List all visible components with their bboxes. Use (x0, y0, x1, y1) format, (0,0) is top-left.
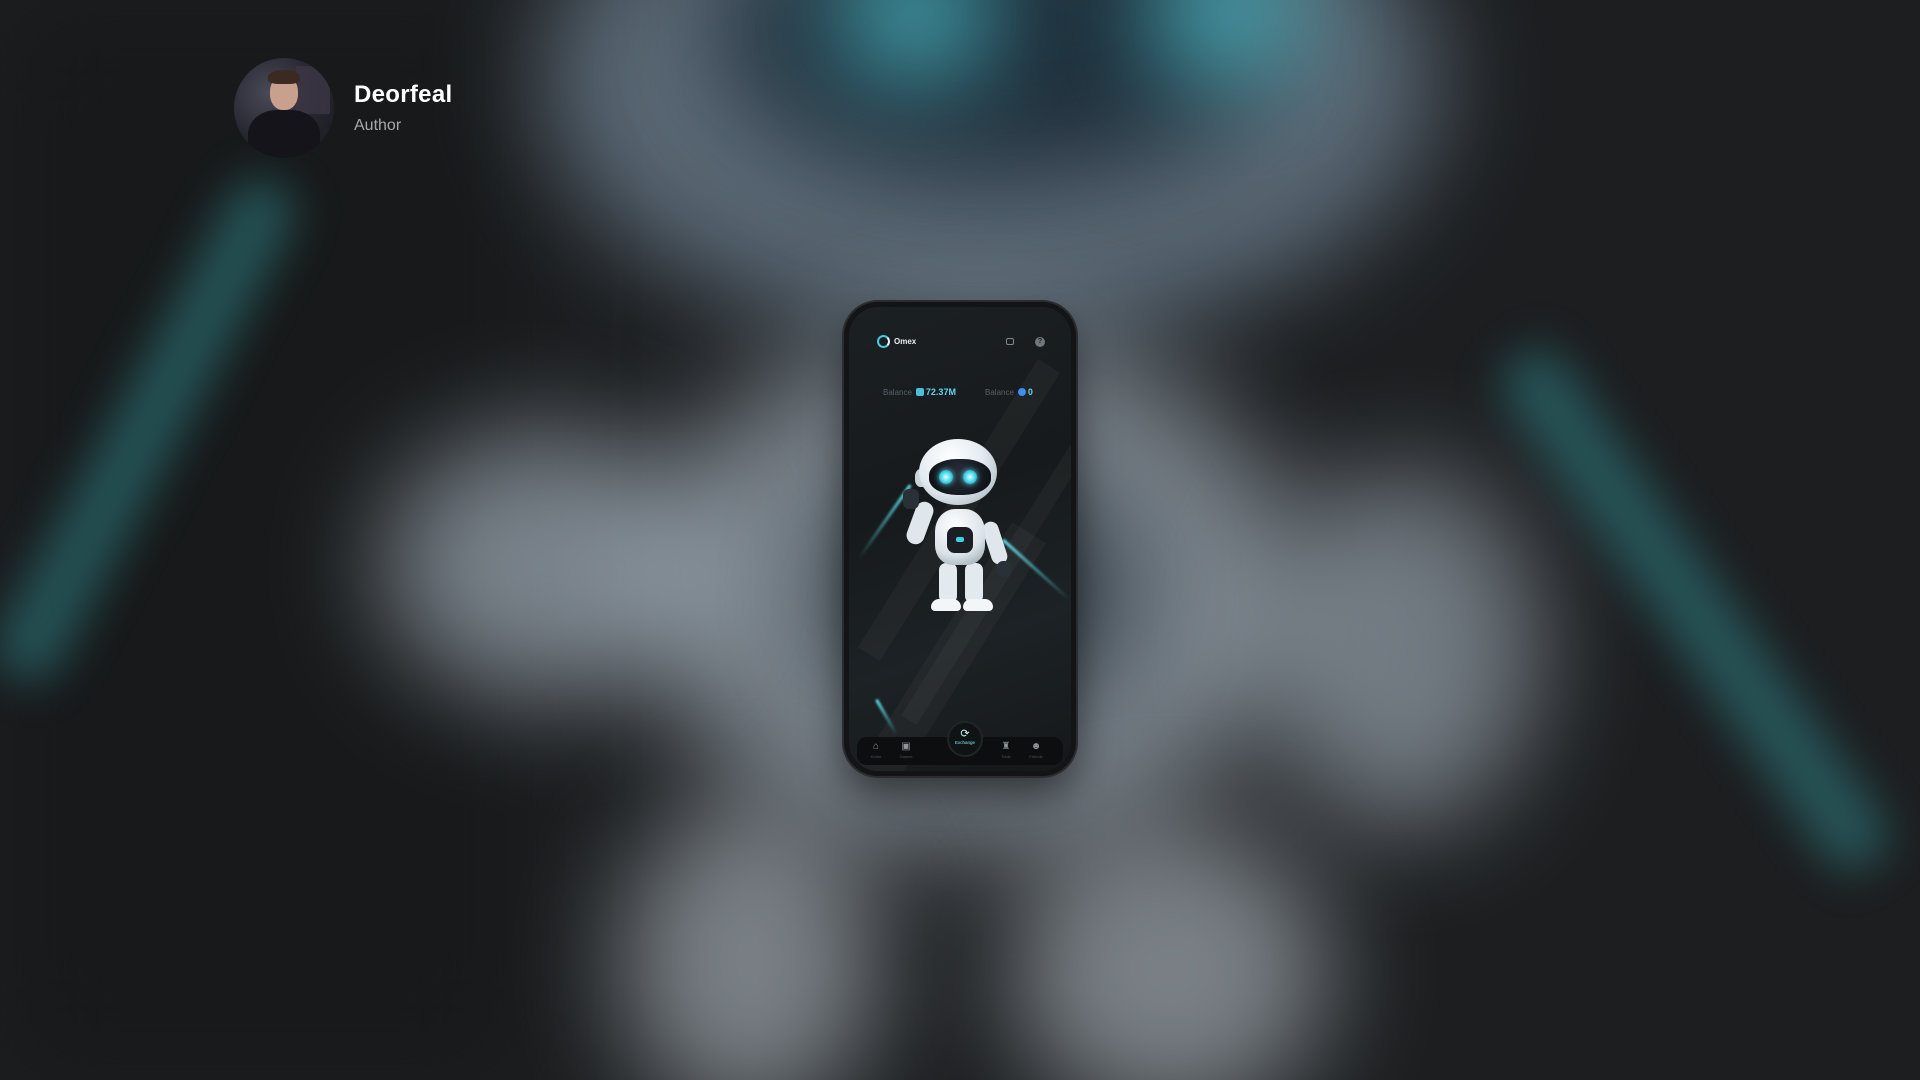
token-icon (915, 388, 924, 396)
author-role: Author (354, 117, 402, 134)
phone-mockup: Omex ? Balance 72.37M Balance 0 ⌂ Home ▣… (844, 302, 1076, 776)
balance-primary: Balance 72.37M (883, 387, 956, 397)
avatar (234, 58, 334, 158)
nav-friends[interactable]: ☻ Friends (1021, 741, 1051, 760)
robot-mascot[interactable] (901, 439, 1021, 629)
omex-logo-icon (877, 335, 890, 348)
friends-icon: ☻ (1030, 741, 1042, 752)
nav-tools[interactable]: ♜ Tools (991, 741, 1021, 760)
balance-value: 72.37M (925, 387, 956, 397)
balance-value: 0 (1027, 387, 1033, 397)
coin-icon (1017, 388, 1026, 396)
nav-games-label: Games (899, 754, 913, 759)
nav-tools-label: Tools (1001, 754, 1011, 759)
wallet-icon[interactable] (1005, 337, 1015, 347)
balances-row: Balance 72.37M Balance 0 (849, 387, 1071, 401)
balance-label: Balance (985, 387, 1014, 397)
nav-home-label: Home (870, 754, 882, 759)
exchange-label: Exchange (954, 740, 975, 745)
app-header: Omex ? (849, 335, 1071, 353)
nav-friends-label: Friends (1029, 754, 1043, 759)
help-icon[interactable]: ? (1035, 337, 1045, 347)
author-name: Deorfeal (354, 81, 453, 108)
nav-home[interactable]: ⌂ Home (861, 741, 891, 760)
app-name: Omex (894, 337, 917, 346)
balance-secondary: Balance 0 (985, 387, 1033, 397)
nav-games[interactable]: ▣ Games (891, 741, 921, 760)
home-icon: ⌂ (872, 741, 880, 752)
app-screen: Omex ? Balance 72.37M Balance 0 ⌂ Home ▣… (849, 307, 1071, 771)
author-card: Deorfeal Author (234, 58, 452, 158)
app-logo[interactable]: Omex (877, 335, 916, 348)
exchange-icon: ⟳ (960, 728, 970, 740)
balance-label: Balance (883, 387, 912, 397)
exchange-button[interactable]: ⟳ Exchange (947, 721, 983, 757)
tools-icon: ♜ (1001, 741, 1011, 752)
games-icon: ▣ (901, 741, 911, 752)
